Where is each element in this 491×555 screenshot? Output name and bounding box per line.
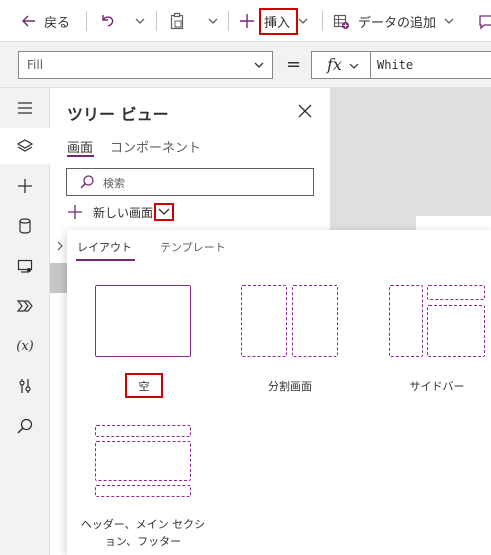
layout-sidebar-label: サイドバー — [409, 380, 465, 393]
variables-icon: (x) — [16, 339, 33, 354]
tab-layout-underline — [76, 259, 135, 261]
close-button[interactable] — [296, 102, 314, 120]
back-label: 戻る — [44, 15, 71, 31]
add-data-label: データの追加 — [358, 15, 437, 31]
layout-blank-thumbnail — [95, 285, 191, 357]
tree-row-selected[interactable] — [50, 263, 67, 293]
hamburger-icon — [18, 102, 32, 114]
search-icon — [17, 418, 33, 434]
fx-icon: fx — [327, 55, 342, 74]
chevron-down-icon — [298, 18, 308, 24]
formula-bar: Fill = fx White — [0, 42, 491, 88]
sidebar-top-pane — [427, 285, 485, 300]
layout-header-main-footer[interactable] — [95, 425, 193, 497]
data-rail-button[interactable] — [0, 208, 50, 244]
chevron-right-icon — [57, 241, 63, 251]
layout-blank[interactable] — [93, 283, 193, 359]
command-bar: 戻る 挿入 データの追加 — [0, 0, 491, 42]
undo-icon — [102, 15, 114, 27]
property-dropdown[interactable]: Fill — [18, 51, 273, 79]
tools-rail-button[interactable] — [0, 368, 50, 404]
plus-icon — [68, 205, 82, 219]
clipboard-icon — [170, 12, 184, 30]
database-icon — [19, 218, 31, 234]
property-value: Fill — [27, 58, 44, 72]
flow-icon — [16, 300, 33, 312]
tools-icon — [19, 379, 31, 393]
plus-icon — [240, 14, 254, 28]
insert-rail-button[interactable] — [0, 168, 50, 204]
layers-icon — [16, 139, 34, 152]
media-icon — [17, 259, 33, 273]
chevron-down-icon — [349, 63, 359, 69]
back-arrow-icon — [22, 15, 35, 27]
tab-template[interactable]: テンプレート — [160, 239, 226, 255]
layout-split-screen[interactable] — [241, 285, 339, 359]
layout-split-screen-label: 分割画面 — [268, 380, 312, 393]
left-rail: (x) — [0, 88, 50, 555]
new-screen-flyout: レイアウト テンプレート 空 分割画面 サイドバー ヘッダー、メイン セクション… — [67, 230, 491, 555]
plus-icon — [18, 179, 32, 193]
equals-sign: = — [286, 54, 302, 75]
close-icon — [298, 104, 312, 118]
chevron-down-icon — [158, 208, 170, 215]
new-screen-label: 新しい画面 — [93, 205, 154, 220]
layout-header-main-footer-label: ヘッダー、メイン セクション、フッター — [80, 518, 206, 548]
media-rail-button[interactable] — [0, 248, 50, 284]
tab-components[interactable]: コンポーネント — [110, 137, 201, 156]
undo-button[interactable] — [98, 0, 116, 42]
paste-button[interactable] — [168, 0, 186, 42]
tab-screens[interactable]: 画面 — [67, 137, 93, 156]
tree-view-button[interactable] — [0, 128, 50, 164]
tab-screens-underline — [67, 155, 94, 157]
insert-highlight-box — [259, 8, 298, 35]
search-box[interactable]: 検索 — [66, 168, 314, 196]
undo-dropdown[interactable] — [133, 0, 147, 42]
search-icon — [80, 175, 94, 189]
new-screen-button[interactable]: 新しい画面 — [67, 202, 153, 222]
comment-button[interactable] — [478, 0, 491, 42]
formula-input[interactable]: White — [371, 51, 491, 79]
database-add-icon — [333, 14, 349, 29]
tab-layout[interactable]: レイアウト — [77, 239, 132, 255]
new-screen-dropdown[interactable] — [154, 203, 174, 221]
sidebar-left-pane — [389, 285, 423, 357]
svg-text:(x): (x) — [16, 339, 33, 354]
variables-rail-button[interactable]: (x) — [0, 328, 50, 364]
split-left-pane — [241, 285, 287, 357]
layout-sidebar[interactable] — [389, 285, 491, 359]
paste-dropdown[interactable] — [206, 0, 220, 42]
chevron-down-icon — [444, 18, 454, 24]
chevron-down-icon — [254, 62, 264, 68]
hmf-footer-pane — [95, 485, 191, 497]
layout-blank-label: 空 — [138, 380, 150, 393]
split-right-pane — [292, 285, 338, 357]
chevron-down-icon — [135, 18, 145, 24]
power-automate-rail-button[interactable] — [0, 288, 50, 324]
formula-value: White — [377, 58, 414, 72]
function-button[interactable]: fx — [311, 51, 371, 79]
sidebar-main-pane — [427, 305, 485, 357]
comment-icon — [479, 15, 491, 30]
panel-title: ツリー ビュー — [67, 105, 169, 124]
hmf-header-pane — [95, 425, 191, 437]
add-data-button[interactable]: データの追加 — [332, 0, 456, 42]
hmf-main-pane — [95, 441, 191, 481]
back-button[interactable]: 戻る — [20, 0, 70, 42]
search-placeholder: 検索 — [103, 177, 125, 190]
chevron-down-icon — [208, 18, 218, 24]
search-rail-button[interactable] — [0, 408, 50, 444]
menu-button[interactable] — [0, 90, 50, 126]
